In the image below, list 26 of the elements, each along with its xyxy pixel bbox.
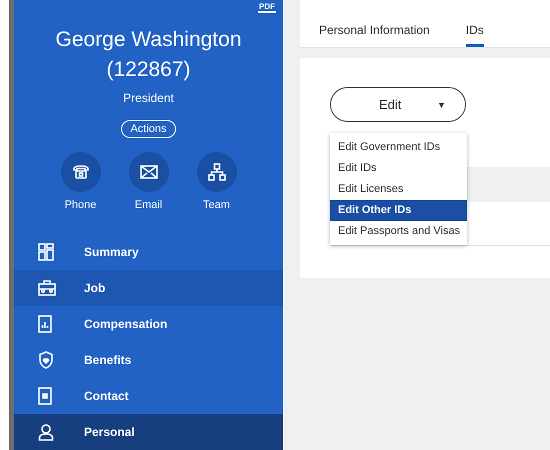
menu-item[interactable]: Edit Passports and Visas [330, 221, 467, 242]
sidebar-item[interactable]: Job [14, 270, 283, 306]
org-chart-icon [208, 163, 226, 181]
sidebar-item[interactable]: Contact [14, 378, 283, 414]
menu-item[interactable]: Edit IDs [330, 158, 467, 179]
envelope-icon [140, 165, 158, 179]
sidebar-item[interactable]: Benefits [14, 342, 283, 378]
grid-icon [38, 243, 54, 261]
toolbox-icon [38, 280, 56, 296]
shield-heart-icon [38, 351, 54, 369]
phone-icon [72, 163, 90, 181]
menu-item[interactable]: Edit Licenses [330, 179, 467, 200]
person-icon [38, 423, 54, 441]
menu-item[interactable]: Edit Government IDs [330, 137, 467, 158]
sidebar-item[interactable]: Personal [14, 414, 283, 450]
tab[interactable]: IDs [466, 0, 484, 47]
tab[interactable]: Personal Information [319, 0, 430, 47]
bar-chart-icon [38, 315, 52, 333]
sidebar-item[interactable]: Summary [14, 234, 283, 270]
actions-button[interactable]: Actions [121, 120, 176, 138]
contact-card-icon [38, 387, 52, 405]
edit-dropdown[interactable]: Edit ▼ [330, 87, 466, 122]
menu-item[interactable]: Edit Other IDs [330, 200, 467, 221]
employee-name: George Washington (122867) [54, 27, 242, 83]
job-title: President [123, 91, 174, 105]
sidebar-item[interactable]: Compensation [14, 306, 283, 342]
